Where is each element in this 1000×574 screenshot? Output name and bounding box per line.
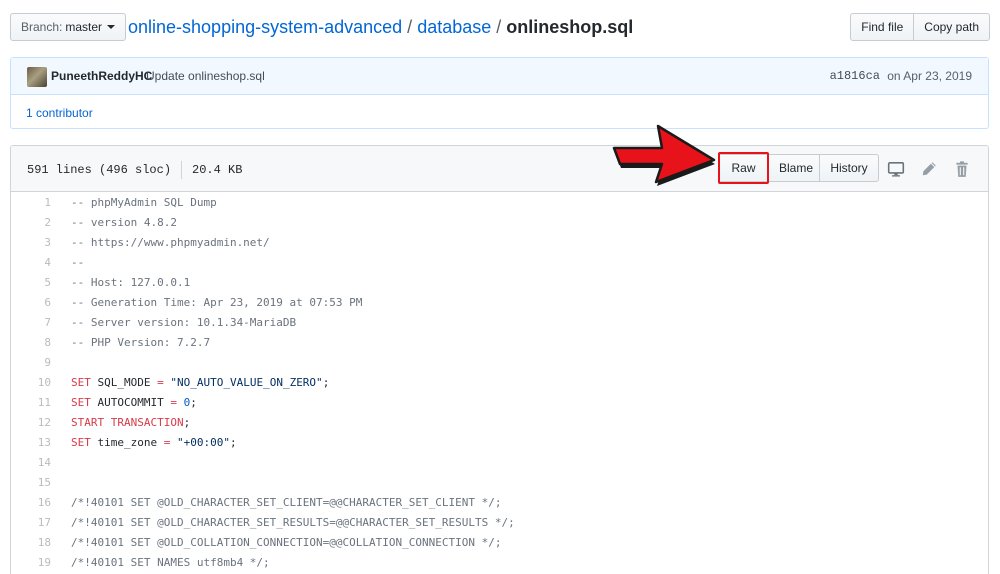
breadcrumb-folder-link[interactable]: database [417,17,491,37]
code-line: 6 -- Generation Time: Apr 23, 2019 at 07:… [11,293,988,313]
line-number[interactable]: 5 [11,273,61,293]
blame-button[interactable]: Blame [768,154,820,182]
line-number[interactable]: 12 [11,413,61,433]
line-content: -- phpMyAdmin SQL Dump [71,196,217,209]
code-line: 15 [11,473,988,493]
line-number[interactable]: 9 [11,353,61,373]
breadcrumb-repo-link[interactable]: online-shopping-system-advanced [128,17,402,37]
code-line: 16 /*!40101 SET @OLD_CHARACTER_SET_CLIENT… [11,493,988,513]
line-number[interactable]: 10 [11,373,61,393]
line-number[interactable]: 14 [11,453,61,473]
code-line: 13 SET time_zone = "+00:00"; [11,433,988,453]
find-file-button[interactable]: Find file [850,13,915,41]
line-count: 591 lines (496 sloc) [27,163,172,177]
line-content: -- Generation Time: Apr 23, 2019 at 07:5… [71,296,363,309]
line-number[interactable]: 8 [11,333,61,353]
line-content: /*!40101 SET @OLD_CHARACTER_SET_CLIENT=@… [71,496,502,509]
code-line: 1 -- phpMyAdmin SQL Dump [11,193,988,213]
breadcrumb: online-shopping-system-advanced / database… [128,15,633,39]
line-content [61,453,71,473]
code-line: 10 SET SQL_MODE = "NO_AUTO_VALUE_ON_ZERO"… [11,373,988,393]
contributors-link[interactable]: 1 contributor [26,106,93,120]
branch-prefix: Branch: [21,20,63,34]
line-content: -- [71,256,85,269]
code-blob: 1 -- phpMyAdmin SQL Dump 2 -- version 4.8.2… [11,193,988,573]
breadcrumb-separator: / [407,17,413,37]
info-divider [181,161,183,179]
raw-highlight-box [718,152,769,184]
line-number[interactable]: 4 [11,253,61,273]
file-navigation: Branch: master online-shopping-system-ad… [10,12,990,42]
line-content [61,473,71,493]
line-content: /*!40101 SET NAMES utf8mb4 */; [71,556,270,569]
latest-commit-row: PuneethReddyHC Update onlineshop.sql a18… [11,58,988,95]
code-line: 8 -- PHP Version: 7.2.7 [11,333,988,353]
line-number[interactable]: 16 [11,493,61,513]
line-content: -- PHP Version: 7.2.7 [71,336,211,349]
line-number[interactable]: 13 [11,433,61,453]
commit-tease: PuneethReddyHC Update onlineshop.sql a18… [10,57,989,129]
line-content: -- version 4.8.2 [71,216,177,229]
line-number[interactable]: 18 [11,533,61,553]
code-line: 17 /*!40101 SET @OLD_CHARACTER_SET_RESULT… [11,513,988,533]
file-size: 20.4 KB [192,163,243,177]
commit-sha[interactable]: a1816ca [830,69,880,83]
line-number[interactable]: 11 [11,393,61,413]
history-button[interactable]: History [819,154,879,182]
line-content: SET SQL_MODE = "NO_AUTO_VALUE_ON_ZERO"; [71,376,330,389]
line-number[interactable]: 17 [11,513,61,533]
code-line: 14 [11,453,988,473]
avatar[interactable] [27,67,47,87]
code-line: 2 -- version 4.8.2 [11,213,988,233]
file-header: 591 lines (496 sloc) 20.4 KB Raw Blame H… [11,146,988,192]
line-content: -- Host: 127.0.0.1 [71,276,191,289]
file-nav-buttons: Find file Copy path [850,13,990,41]
copy-path-button[interactable]: Copy path [913,13,990,41]
code-line: 5 -- Host: 127.0.0.1 [11,273,988,293]
breadcrumb-file-name: onlineshop.sql [506,17,634,37]
red-arrow-annotation [612,124,716,186]
file-info: 591 lines (496 sloc) 20.4 KB [27,161,242,179]
code-line: 4 -- [11,253,988,273]
file-viewer: 591 lines (496 sloc) 20.4 KB Raw Blame H… [10,145,989,574]
line-content: SET AUTOCOMMIT = 0; [71,396,197,409]
line-content: SET time_zone = "+00:00"; [71,436,237,449]
code-line: 9 [11,353,988,373]
branch-select-button[interactable]: Branch: master [10,13,127,41]
line-content: START TRANSACTION; [71,416,191,429]
line-content: -- Server version: 10.1.34-MariaDB [71,316,297,329]
line-number[interactable]: 7 [11,313,61,333]
commit-date: on Apr 23, 2019 [887,69,972,83]
line-number[interactable]: 15 [11,473,61,493]
desktop-icon[interactable] [887,160,905,178]
caret-down-icon [107,25,116,29]
pencil-icon[interactable] [920,160,938,178]
code-line: 18 /*!40101 SET @OLD_COLLATION_CONNECTION… [11,533,988,553]
line-content: /*!40101 SET @OLD_CHARACTER_SET_RESULTS=… [71,516,515,529]
commit-message[interactable]: Update onlineshop.sql [146,69,265,83]
code-line: 12 START TRANSACTION; [11,413,988,433]
line-number[interactable]: 19 [11,553,61,573]
code-line: 7 -- Server version: 10.1.34-MariaDB [11,313,988,333]
code-line: 3 -- https://www.phpmyadmin.net/ [11,233,988,253]
code-line: 11 SET AUTOCOMMIT = 0; [11,393,988,413]
branch-name: master [65,20,103,34]
line-content: -- https://www.phpmyadmin.net/ [71,236,270,249]
line-number[interactable]: 2 [11,213,61,233]
line-number[interactable]: 1 [11,193,61,213]
trash-icon[interactable] [953,160,971,178]
line-content: /*!40101 SET @OLD_COLLATION_CONNECTION=@… [71,536,502,549]
line-number[interactable]: 6 [11,293,61,313]
breadcrumb-separator: / [496,17,502,37]
code-line: 19 /*!40101 SET NAMES utf8mb4 */; [11,553,988,573]
commit-author[interactable]: PuneethReddyHC [51,69,152,83]
line-number[interactable]: 3 [11,233,61,253]
line-content [61,353,71,373]
